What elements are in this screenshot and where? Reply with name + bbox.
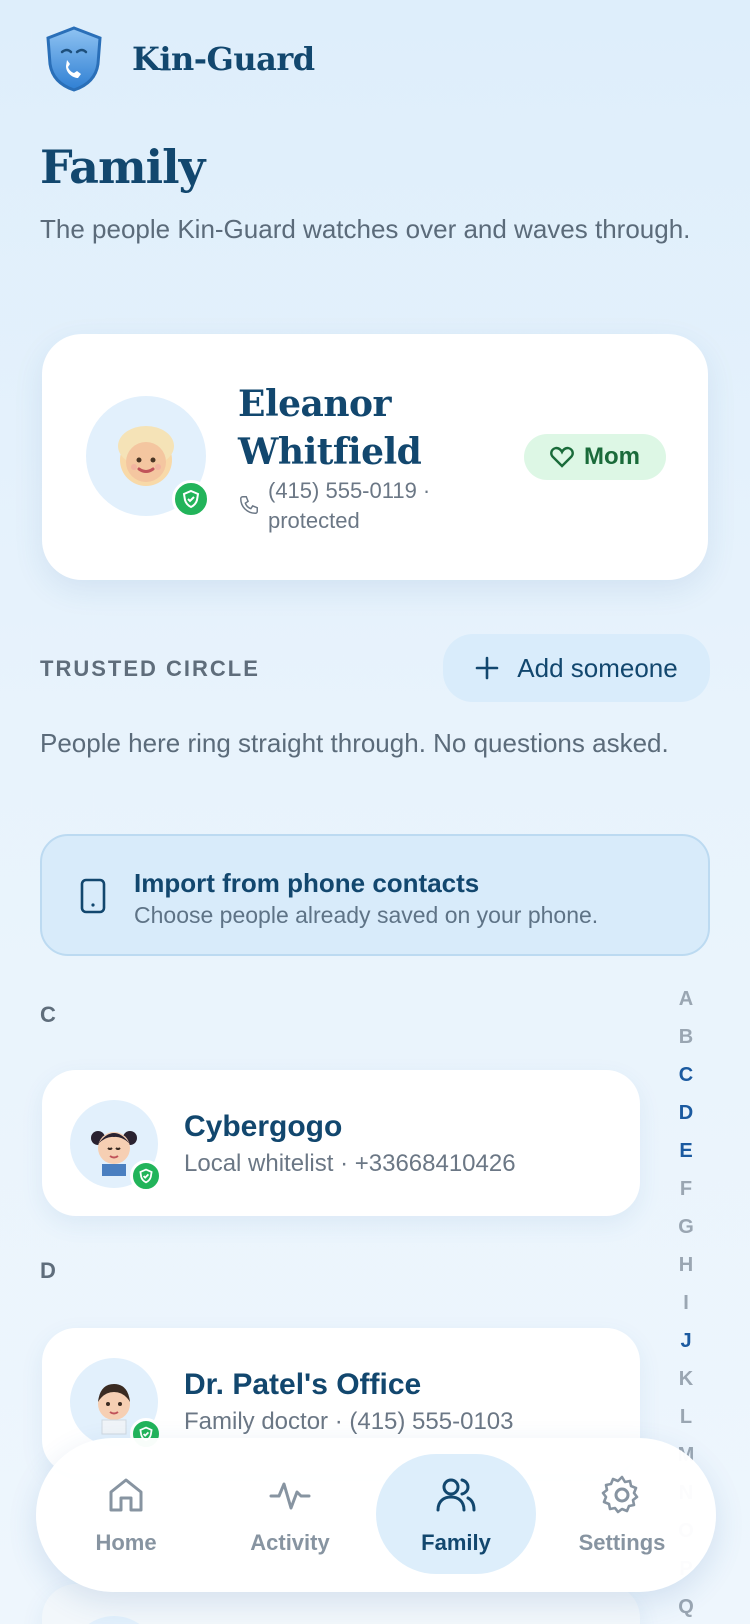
page-title: Family xyxy=(40,140,205,194)
contact-name: Cybergogo xyxy=(184,1110,343,1143)
import-subtitle: Choose people already saved on your phon… xyxy=(134,902,599,928)
alphabet-letter-h[interactable]: H xyxy=(664,1254,708,1292)
phone-icon xyxy=(240,496,258,514)
section-description: People here ring straight through. No qu… xyxy=(40,728,669,758)
letter-header-c: C xyxy=(40,1002,56,1027)
nav-activity[interactable]: Activity xyxy=(210,1454,370,1574)
alphabet-letter-b[interactable]: B xyxy=(664,1026,708,1064)
page-subtitle: The people Kin-Guard watches over and wa… xyxy=(40,214,691,244)
alphabet-letter-f[interactable]: F xyxy=(664,1178,708,1216)
add-someone-label: Add someone xyxy=(517,652,678,683)
import-title: Import from phone contacts xyxy=(134,868,480,898)
bottom-navigation: Home Activity Family Settings xyxy=(36,1438,716,1592)
gear-icon xyxy=(601,1475,639,1514)
alphabet-letter-l[interactable]: L xyxy=(664,1406,708,1444)
nav-home[interactable]: Home xyxy=(46,1454,206,1574)
contact-meta: Family doctor · (415) 555-0103 xyxy=(184,1408,514,1435)
activity-icon xyxy=(269,1482,311,1510)
import-contacts-card[interactable]: Import from phone contacts Choose people… xyxy=(40,834,710,956)
letter-header-d: D xyxy=(40,1258,56,1283)
alphabet-letter-c[interactable]: C xyxy=(664,1064,708,1102)
shield-phone-icon xyxy=(46,26,102,92)
add-someone-button[interactable]: Add someone xyxy=(443,634,710,702)
nav-label: Settings xyxy=(578,1530,666,1555)
app-header: Kin-Guard xyxy=(40,24,315,94)
phone-device-icon xyxy=(80,878,106,914)
alphabet-letter-i[interactable]: I xyxy=(664,1292,708,1330)
app-name: Kin-Guard xyxy=(132,40,315,78)
protected-person-card[interactable]: Eleanor Whitfield (415) 555-0119 · prote… xyxy=(42,334,708,580)
alphabet-letter-j[interactable]: J xyxy=(664,1330,708,1368)
family-icon xyxy=(436,1478,476,1512)
shield-check-icon xyxy=(130,1160,162,1192)
heart-icon xyxy=(550,446,574,468)
profile-meta: (415) 555-0119 · protected xyxy=(268,478,431,533)
section-title: TRUSTED CIRCLE xyxy=(40,656,260,681)
alphabet-letter-g[interactable]: G xyxy=(664,1216,708,1254)
relation-chip: Mom xyxy=(524,434,666,480)
nav-label: Home xyxy=(95,1530,157,1555)
alphabet-letter-q[interactable]: Q xyxy=(664,1596,708,1624)
nav-settings[interactable]: Settings xyxy=(542,1454,702,1574)
alphabet-letter-k[interactable]: K xyxy=(664,1368,708,1406)
alphabet-letter-e[interactable]: E xyxy=(664,1140,708,1178)
nav-family[interactable]: Family xyxy=(376,1454,536,1574)
alphabet-letter-a[interactable]: A xyxy=(664,988,708,1026)
plus-icon xyxy=(475,656,499,680)
profile-name: Eleanor Whitfield xyxy=(238,383,422,473)
contact-name: Dr. Patel's Office xyxy=(184,1368,422,1401)
nav-label: Activity xyxy=(250,1530,330,1555)
home-icon xyxy=(109,1478,143,1512)
contact-card-cybergogo[interactable]: Cybergogo Local whitelist · +33668410426 xyxy=(42,1070,640,1216)
alphabet-letter-d[interactable]: D xyxy=(664,1102,708,1140)
relation-label: Mom xyxy=(584,443,640,470)
nav-label: Family xyxy=(421,1530,491,1555)
shield-check-icon xyxy=(172,480,210,518)
contact-meta: Local whitelist · +33668410426 xyxy=(184,1150,516,1177)
avatar xyxy=(70,1616,158,1624)
